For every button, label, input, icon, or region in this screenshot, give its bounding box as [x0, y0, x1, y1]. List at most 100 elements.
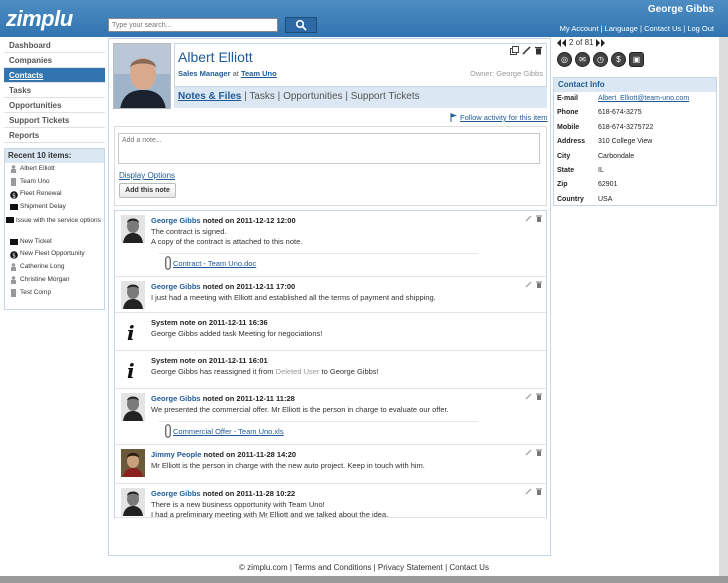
duplicate-icon[interactable] [510, 46, 519, 55]
contact-info-value: IL [598, 167, 604, 174]
search-button[interactable] [285, 17, 317, 33]
contact-company-link[interactable]: Team Uno [241, 69, 277, 78]
next-record-icon[interactable] [596, 38, 606, 47]
attachment[interactable]: Contract - Team Uno.doc [165, 256, 256, 270]
attachment[interactable]: Commercial Offer - Team Uno.xls [165, 424, 284, 438]
dollar-icon: $ [10, 250, 18, 259]
language-link[interactable]: Language [605, 24, 638, 33]
recent-item[interactable]: Test Comp [5, 287, 104, 300]
tab-tasks[interactable]: Tasks [249, 91, 275, 102]
recent-item[interactable]: Shipment Delay [5, 201, 104, 214]
recent-items-title: Recent 10 items: [5, 149, 104, 163]
edit-note-icon[interactable] [525, 449, 532, 456]
attachment-link[interactable]: Commercial Offer - Team Uno.xls [173, 427, 284, 436]
avatar[interactable] [121, 393, 145, 421]
nav-item-reports[interactable]: Reports [4, 128, 105, 143]
bottom-bar [0, 576, 728, 583]
note-input[interactable] [118, 133, 540, 164]
avatar[interactable] [121, 449, 145, 477]
nav-item-companies[interactable]: Companies [4, 53, 105, 68]
delete-icon[interactable] [534, 46, 543, 55]
note-meta: noted on 2011-12-11 11:28 [202, 394, 295, 403]
contact-info-value: 310 College View [598, 138, 653, 146]
building-icon [10, 178, 17, 187]
delete-note-icon[interactable] [536, 215, 542, 222]
contact-info-label: Phone [557, 109, 579, 117]
attachment-link[interactable]: Contract - Team Uno.doc [173, 259, 256, 268]
note-author-link[interactable]: George Gibbs [151, 282, 201, 291]
recent-item[interactable]: Catherine Long [5, 261, 104, 274]
tab-notes-files[interactable]: Notes & Files [178, 91, 241, 102]
contact-info-row: E-mail Albert_Elliott@team-uno.com [557, 95, 689, 102]
edit-note-icon[interactable] [525, 281, 532, 288]
recent-item[interactable]: New Ticket [5, 236, 104, 249]
avatar[interactable] [121, 215, 145, 243]
globe-icon[interactable]: ◎ [557, 52, 572, 67]
note-author-link[interactable]: George Gibbs [151, 216, 201, 225]
svg-text:$: $ [12, 192, 16, 199]
footer-contact-link[interactable]: Contact Us [449, 563, 489, 572]
log-out-link[interactable]: Log Out [687, 24, 714, 33]
card-actions [510, 46, 543, 55]
search-input[interactable] [108, 18, 278, 32]
delete-note-icon[interactable] [536, 449, 542, 456]
note-meta: System note on 2011-12-11 16:01 [151, 356, 268, 365]
briefcase-icon[interactable]: ▣ [629, 52, 644, 67]
recent-item[interactable]: Issue with the service options [5, 214, 104, 236]
footer-terms-link[interactable]: Terms and Conditions [294, 563, 371, 572]
footer-privacy-link[interactable]: Privacy Statement [378, 563, 443, 572]
note-body: There is a new business opportunity with… [151, 500, 388, 520]
add-note-button[interactable]: Add this note [119, 183, 176, 198]
delete-note-icon[interactable] [536, 281, 542, 288]
note-author-link[interactable]: George Gibbs [151, 394, 201, 403]
clock-icon[interactable]: ◷ [593, 52, 608, 67]
contact-info-label: State [557, 167, 575, 174]
contact-title: Sales Manager [178, 69, 231, 78]
note-author-link[interactable]: Jimmy People [151, 450, 201, 459]
nav-item-contacts[interactable]: Contacts [4, 68, 105, 83]
contact-info-row: Country USA [557, 196, 612, 203]
edit-note-icon[interactable] [525, 215, 532, 222]
tab-support-tickets[interactable]: Support Tickets [351, 91, 420, 102]
note-line: We presented the commercial offer. Mr El… [151, 405, 449, 414]
scrollbar[interactable] [719, 37, 728, 576]
paperclip-icon [165, 424, 171, 438]
recent-item[interactable]: $ Fleet Renewal [5, 188, 104, 201]
avatar[interactable] [121, 281, 145, 309]
display-options-link[interactable]: Display Options [119, 171, 175, 180]
follow-activity-link[interactable]: Follow activity for this item [460, 113, 548, 122]
recent-item[interactable]: $ New Fleet Opportunity [5, 248, 104, 261]
nav-item-support-tickets[interactable]: Support Tickets [4, 113, 105, 128]
contact-us-link[interactable]: Contact Us [644, 24, 681, 33]
nav-item-tasks[interactable]: Tasks [4, 83, 105, 98]
note-author-link[interactable]: George Gibbs [151, 489, 201, 498]
tab-opportunities[interactable]: Opportunities [283, 91, 342, 102]
ticket-icon [6, 216, 14, 224]
note-line: I had a preliminary meeting with Mr Elli… [151, 510, 389, 519]
avatar[interactable] [121, 488, 145, 516]
delete-note-icon[interactable] [536, 393, 542, 400]
email-link[interactable]: Albert_Elliott@team-uno.com [598, 95, 689, 102]
owner-label: Owner: George Gibbs [470, 69, 543, 78]
edit-icon[interactable] [522, 46, 531, 55]
delete-note-icon[interactable] [536, 488, 542, 495]
contact-name: Albert Elliott [178, 49, 253, 65]
dollar-icon[interactable]: $ [611, 52, 626, 67]
edit-note-icon[interactable] [525, 488, 532, 495]
app-logo[interactable]: zimplu [6, 6, 73, 32]
ticket-icon [10, 238, 18, 246]
recent-item[interactable]: Albert Elliott [5, 163, 104, 176]
my-account-link[interactable]: My Account [560, 24, 599, 33]
person-icon [10, 263, 17, 272]
recent-item[interactable]: Christine Morgan [5, 274, 104, 287]
nav-item-dashboard[interactable]: Dashboard [4, 38, 105, 53]
recent-item-label: Catherine Long [20, 263, 65, 271]
follow-activity[interactable]: Follow activity for this item [450, 113, 548, 122]
edit-note-icon[interactable] [525, 393, 532, 400]
ticket-icon[interactable]: ✉ [575, 52, 590, 67]
person-icon [10, 276, 17, 285]
sidebar-nav: Dashboard Companies Contacts Tasks Oppor… [4, 38, 105, 143]
recent-item[interactable]: Team Uno [5, 176, 104, 189]
nav-item-opportunities[interactable]: Opportunities [4, 98, 105, 113]
prev-record-icon[interactable] [557, 38, 566, 47]
